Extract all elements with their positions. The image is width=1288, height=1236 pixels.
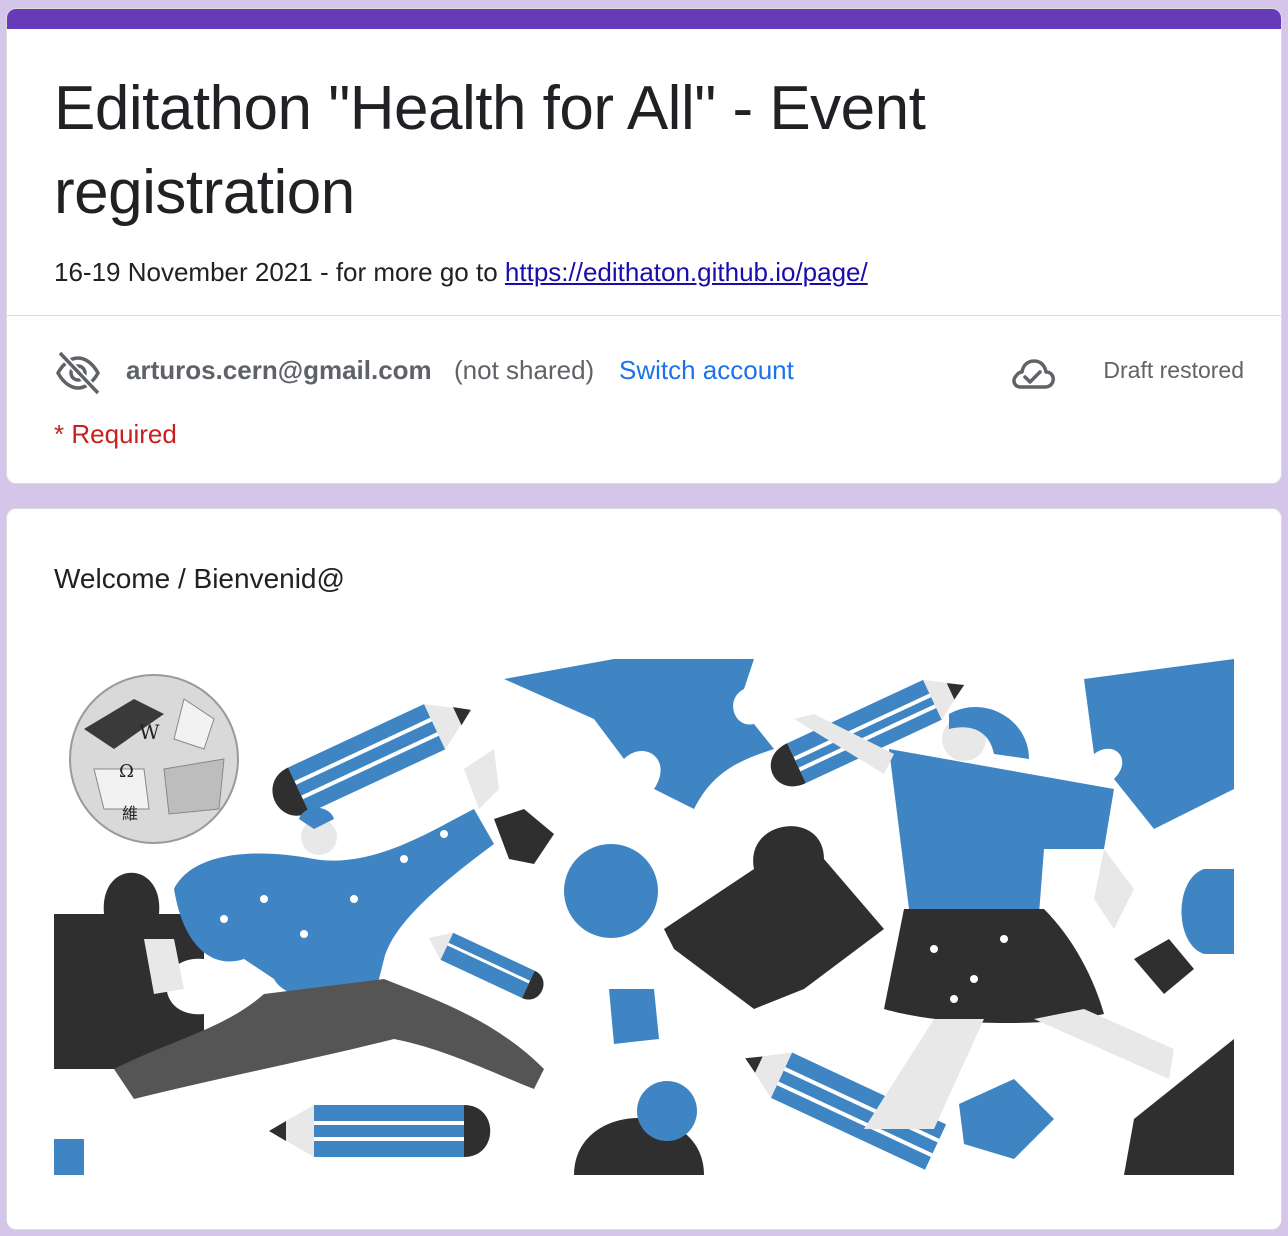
circle-blue-small [637,1081,697,1141]
svg-text:Ω: Ω [119,761,134,782]
header-divider [7,315,1281,316]
form-description: 16-19 November 2021 - for more go to htt… [54,257,868,288]
puzzle-piece-blue-top [504,659,774,809]
half-circle-blue [1181,869,1234,954]
puzzle-piece-blue-small [609,989,659,1044]
circle-blue [564,844,658,938]
puzzle-piece-dark-center [664,826,884,1009]
banner-image: W Ω 維 [54,659,1234,1175]
required-note: * Required [54,419,177,449]
draft-status: Draft restored [1103,357,1244,383]
pencil-bottom-left [269,1105,491,1157]
svg-text:維: 維 [122,804,138,823]
cloud-done-icon [1012,359,1055,389]
header-accent-bar [7,9,1281,29]
description-text: 16-19 November 2021 - for more go to [54,257,505,287]
form-header-card: Editathon "Health for All" - Event regis… [6,8,1282,484]
svg-text:W: W [139,720,160,744]
wikipedia-globe: W Ω 維 [69,674,239,844]
event-link[interactable]: https://edithaton.github.io/page/ [505,257,868,287]
banner-illustration: W Ω 維 [54,659,1234,1175]
pencil-top [272,704,471,816]
account-row: arturos.cern@gmail.com (not shared) Swit… [54,343,1244,399]
pencil-middle [428,932,544,1000]
eye-off-icon [56,350,101,396]
puzzle-piece-blue-bottom [959,1079,1054,1159]
puzzle-piece-dark-small [494,809,554,864]
puzzle-piece-blue-corner [54,1139,84,1175]
puzzle-piece-dark-right [1134,939,1194,994]
form-title: Editathon "Health for All" - Event regis… [54,74,926,227]
welcome-section-card: Welcome / Bienvenid@ W Ω 維 [6,508,1282,1230]
switch-account-link[interactable]: Switch account [619,355,794,386]
not-shared-label: (not shared) [454,355,595,385]
account-email: arturos.cern@gmail.com [126,355,432,385]
section-title: Welcome / Bienvenid@ [54,563,345,594]
